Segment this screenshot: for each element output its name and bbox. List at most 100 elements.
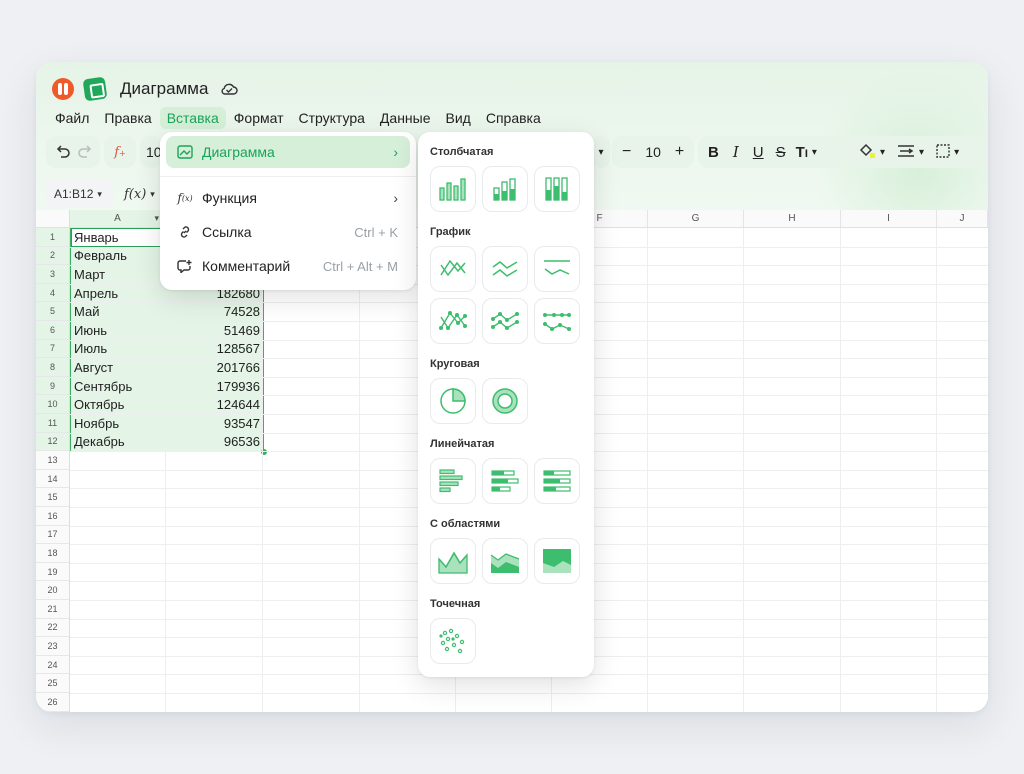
row-header[interactable]: 10 bbox=[36, 395, 70, 414]
chevron-down-icon[interactable]: ▾ bbox=[812, 147, 817, 158]
increase-font-size-button[interactable]: + bbox=[675, 143, 684, 161]
row-header[interactable]: 22 bbox=[36, 618, 70, 638]
row-header[interactable]: 26 bbox=[36, 693, 70, 712]
cell-value[interactable]: 93547 bbox=[166, 414, 260, 433]
column-chart-clustered-icon[interactable] bbox=[430, 166, 476, 212]
font-family-dropdown-tail[interactable]: ▾ bbox=[592, 136, 610, 168]
undo-icon[interactable] bbox=[55, 143, 71, 162]
zoom-partial[interactable]: 10 bbox=[140, 136, 162, 168]
menu-file[interactable]: Файл bbox=[48, 107, 96, 129]
cell-value[interactable]: 96536 bbox=[166, 433, 260, 452]
column-chart-percent-icon[interactable] bbox=[534, 166, 580, 212]
donut-chart-icon[interactable] bbox=[482, 378, 528, 424]
cell-month[interactable]: Сентябрь bbox=[74, 377, 164, 396]
cell-month[interactable]: Июнь bbox=[74, 321, 164, 340]
fill-color-icon[interactable] bbox=[858, 143, 876, 162]
cell-value[interactable]: 201766 bbox=[166, 358, 260, 377]
chevron-down-icon[interactable]: ▾ bbox=[880, 147, 885, 158]
redo-icon[interactable] bbox=[77, 143, 93, 162]
cell-reference-box[interactable]: A1:B12 ▾ bbox=[46, 180, 114, 208]
cell-month[interactable]: Март bbox=[74, 265, 164, 284]
row-header[interactable]: 8 bbox=[36, 358, 70, 377]
cloud-saved-icon[interactable] bbox=[220, 82, 239, 96]
cell-month[interactable]: Май bbox=[74, 302, 164, 321]
row-header[interactable]: 24 bbox=[36, 655, 70, 675]
line-chart-percent-icon[interactable] bbox=[534, 246, 580, 292]
row-header[interactable]: 14 bbox=[36, 469, 70, 489]
cell-value[interactable]: 51469 bbox=[166, 321, 260, 340]
insert-comment-item[interactable]: Комментарий Ctrl + Alt + M bbox=[166, 250, 410, 282]
row-header[interactable]: 6 bbox=[36, 321, 70, 340]
pie-chart-icon[interactable] bbox=[430, 378, 476, 424]
text-size-icon[interactable]: TI bbox=[796, 144, 808, 161]
strikethrough-icon[interactable]: S bbox=[776, 144, 786, 161]
line-chart-stacked-icon[interactable] bbox=[482, 246, 528, 292]
column-header-h[interactable]: H bbox=[744, 210, 841, 228]
borders-icon[interactable] bbox=[936, 143, 950, 161]
insert-chart-item[interactable]: Диаграмма › bbox=[166, 136, 410, 168]
line-chart-percent-markers-icon[interactable] bbox=[534, 298, 580, 344]
line-chart-basic-icon[interactable] bbox=[430, 246, 476, 292]
row-header[interactable]: 12 bbox=[36, 432, 70, 452]
insert-link-item[interactable]: Ссылка Ctrl + K bbox=[166, 216, 410, 248]
cell-value[interactable]: 124644 bbox=[166, 395, 260, 414]
text-wrap-icon[interactable] bbox=[897, 144, 915, 161]
row-header[interactable]: 21 bbox=[36, 600, 70, 619]
row-header[interactable]: 9 bbox=[36, 376, 70, 396]
function-insert-button[interactable]: f+ bbox=[104, 136, 136, 168]
row-header[interactable]: 18 bbox=[36, 544, 70, 563]
row-header[interactable]: 15 bbox=[36, 488, 70, 507]
insert-function-item[interactable]: f (x) Функция › bbox=[166, 182, 410, 214]
line-chart-stacked-markers-icon[interactable] bbox=[482, 298, 528, 344]
row-header[interactable]: 25 bbox=[36, 674, 70, 693]
decrease-font-size-button[interactable]: − bbox=[622, 143, 631, 161]
select-all-corner[interactable] bbox=[36, 210, 70, 228]
bar-chart-percent-icon[interactable] bbox=[534, 458, 580, 504]
area-chart-percent-icon[interactable] bbox=[534, 538, 580, 584]
cell-month[interactable]: Февраль bbox=[74, 247, 164, 266]
row-header[interactable]: 4 bbox=[36, 283, 70, 303]
menu-help[interactable]: Справка bbox=[479, 107, 548, 129]
cell-month[interactable]: Апрель bbox=[74, 284, 164, 303]
bold-icon[interactable]: B bbox=[708, 144, 719, 161]
column-header-g[interactable]: G bbox=[648, 210, 744, 228]
document-title[interactable]: Диаграмма bbox=[120, 79, 208, 99]
cell-month[interactable]: Декабрь bbox=[74, 433, 164, 452]
italic-icon[interactable]: I bbox=[733, 143, 739, 161]
cell-month[interactable]: Октябрь bbox=[74, 395, 164, 414]
row-header[interactable]: 23 bbox=[36, 637, 70, 656]
cell-value[interactable]: 128567 bbox=[166, 340, 260, 359]
area-chart-stacked-icon[interactable] bbox=[482, 538, 528, 584]
row-header[interactable]: 13 bbox=[36, 451, 70, 470]
menu-data[interactable]: Данные bbox=[373, 107, 438, 129]
chevron-down-icon[interactable]: ▾ bbox=[919, 147, 924, 158]
font-size-value[interactable]: 10 bbox=[645, 144, 661, 160]
row-header[interactable]: 16 bbox=[36, 507, 70, 526]
line-chart-markers-icon[interactable] bbox=[430, 298, 476, 344]
row-header[interactable]: 3 bbox=[36, 265, 70, 284]
menu-format[interactable]: Формат bbox=[227, 107, 291, 129]
cell-value[interactable]: 179936 bbox=[166, 377, 260, 396]
cell-month[interactable]: Июль bbox=[74, 340, 164, 359]
row-header[interactable]: 1 bbox=[36, 228, 70, 247]
chevron-down-icon[interactable]: ▾ bbox=[954, 147, 959, 158]
yandex-logo-icon[interactable] bbox=[52, 78, 74, 100]
menu-insert[interactable]: Вставка bbox=[159, 107, 226, 129]
column-header-a[interactable]: A ▾ bbox=[70, 210, 166, 228]
column-header-j[interactable]: J bbox=[937, 210, 988, 228]
cell-value[interactable]: 74528 bbox=[166, 302, 260, 321]
row-header[interactable]: 2 bbox=[36, 246, 70, 266]
underline-icon[interactable]: U bbox=[753, 144, 764, 161]
cell-month[interactable]: Январь bbox=[71, 228, 166, 247]
row-header[interactable]: 11 bbox=[36, 414, 70, 433]
row-header[interactable]: 17 bbox=[36, 525, 70, 545]
column-chart-stacked-icon[interactable] bbox=[482, 166, 528, 212]
cell-month[interactable]: Август bbox=[74, 358, 164, 377]
scatter-chart-icon[interactable] bbox=[430, 618, 476, 664]
bar-chart-stacked-icon[interactable] bbox=[482, 458, 528, 504]
column-header-i[interactable]: I bbox=[841, 210, 937, 228]
menu-view[interactable]: Вид bbox=[439, 107, 478, 129]
row-header[interactable]: 19 bbox=[36, 562, 70, 582]
menu-edit[interactable]: Правка bbox=[97, 107, 158, 129]
row-header[interactable]: 7 bbox=[36, 339, 70, 359]
